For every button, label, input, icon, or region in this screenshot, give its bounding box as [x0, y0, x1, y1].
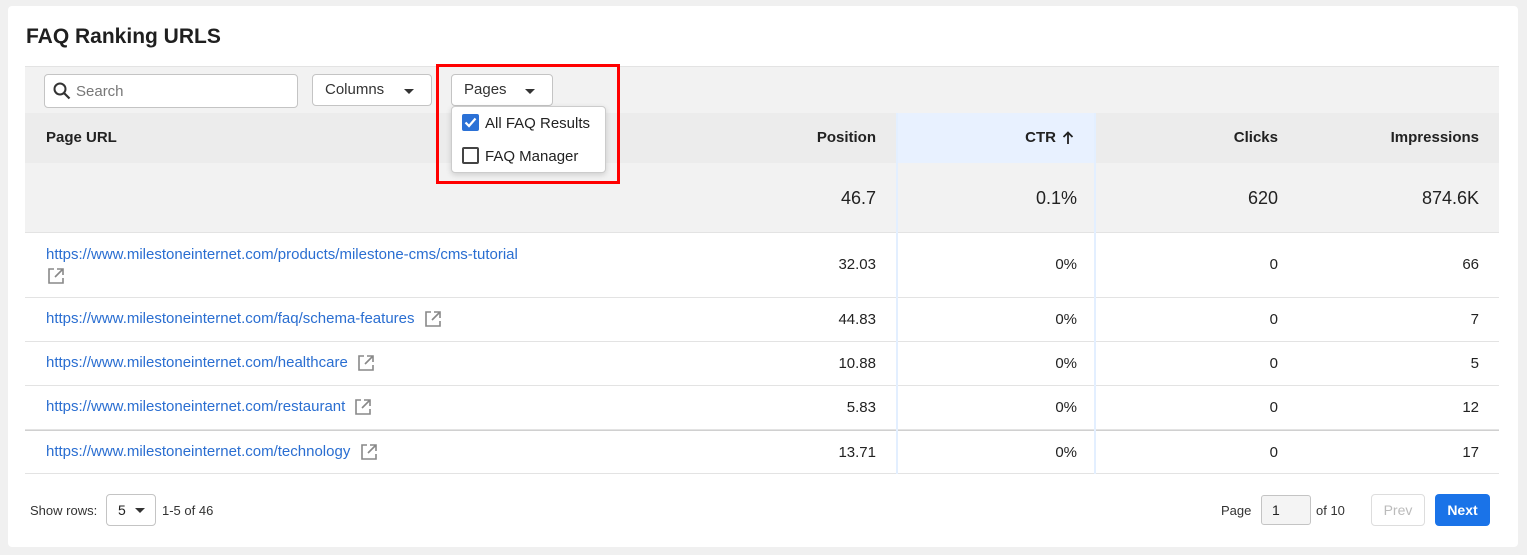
- impressions-cell: 66: [1462, 256, 1479, 273]
- page-title: FAQ Ranking URLS: [26, 25, 221, 48]
- position-cell: 32.03: [838, 256, 876, 273]
- next-button[interactable]: Next: [1435, 494, 1490, 526]
- clicks-cell: 0: [1269, 444, 1278, 461]
- impressions-cell: 5: [1470, 355, 1479, 372]
- clicks-cell: 0: [1269, 311, 1278, 328]
- header-page-url[interactable]: Page URL: [46, 113, 117, 163]
- show-rows-label: Show rows:: [30, 503, 98, 518]
- position-cell: 13.71: [838, 444, 876, 461]
- header-clicks[interactable]: Clicks: [1096, 113, 1278, 163]
- totals-row: 46.7 0.1% 620 874.6K: [25, 163, 1499, 233]
- option-label: FAQ Manager: [485, 148, 579, 165]
- option-all-faq-results[interactable]: All FAQ Results: [462, 114, 590, 134]
- total-clicks: 620: [1247, 188, 1278, 208]
- url-cell: https://www.milestoneinternet.com/produc…: [46, 244, 606, 286]
- header-ctr[interactable]: CTR: [896, 113, 1096, 163]
- columns-dropdown[interactable]: Columns: [312, 74, 432, 106]
- table-footer: Show rows: 5 1-5 of 46 Page 1 of 10 Prev…: [8, 486, 1518, 536]
- impressions-cell: 7: [1470, 311, 1479, 328]
- impressions-cell: 17: [1462, 444, 1479, 461]
- external-link-icon[interactable]: [46, 266, 66, 286]
- table-toolbar: Columns Pages: [25, 66, 1499, 120]
- table-row: https://www.milestoneinternet.com/techno…: [25, 430, 1499, 474]
- header-position[interactable]: Position: [685, 113, 876, 163]
- total-impressions: 874.6K: [1421, 188, 1479, 208]
- prev-button[interactable]: Prev: [1371, 494, 1425, 526]
- clicks-cell: 0: [1269, 399, 1278, 416]
- position-cell: 10.88: [838, 355, 876, 372]
- faq-ranking-card: FAQ Ranking URLS Columns Pages Page URL …: [8, 6, 1518, 547]
- columns-label: Columns: [325, 81, 385, 98]
- page-url-link[interactable]: https://www.milestoneinternet.com/health…: [46, 354, 348, 371]
- total-ctr: 0.1%: [1035, 188, 1077, 208]
- url-cell: https://www.milestoneinternet.com/faq/sc…: [46, 309, 443, 329]
- impressions-cell: 12: [1462, 399, 1479, 416]
- search-input[interactable]: [76, 79, 286, 103]
- table-row: https://www.milestoneinternet.com/restau…: [25, 386, 1499, 430]
- clicks-cell: 0: [1269, 256, 1278, 273]
- page-url-link[interactable]: https://www.milestoneinternet.com/produc…: [46, 246, 518, 263]
- header-impressions[interactable]: Impressions: [1278, 113, 1479, 163]
- ctr-cell: 0%: [1055, 399, 1077, 416]
- option-faq-manager[interactable]: FAQ Manager: [462, 147, 578, 167]
- page-count: of 10: [1316, 503, 1345, 518]
- pages-dropdown-menu: All FAQ Results FAQ Manager: [451, 106, 606, 173]
- rows-per-page-value: 5: [118, 502, 126, 518]
- url-cell: https://www.milestoneinternet.com/health…: [46, 353, 376, 373]
- table-row: https://www.milestoneinternet.com/health…: [25, 342, 1499, 386]
- arrow-up-icon: [1062, 131, 1074, 144]
- url-cell: https://www.milestoneinternet.com/restau…: [46, 397, 373, 417]
- pages-dropdown[interactable]: Pages: [451, 74, 553, 106]
- ctr-cell: 0%: [1055, 311, 1077, 328]
- ctr-cell: 0%: [1055, 444, 1077, 461]
- rows-per-page-select[interactable]: 5: [106, 494, 156, 526]
- header-ctr-label: CTR: [1025, 129, 1056, 146]
- caret-down-icon: [404, 89, 414, 94]
- external-link-icon[interactable]: [356, 353, 376, 373]
- clicks-cell: 0: [1269, 355, 1278, 372]
- table-header: Page URL Position CTR Clicks Impressions: [25, 113, 1499, 163]
- page-number-input[interactable]: 1: [1261, 495, 1311, 525]
- external-link-icon[interactable]: [423, 309, 443, 329]
- ctr-cell: 0%: [1055, 256, 1077, 273]
- table-row: https://www.milestoneinternet.com/produc…: [25, 233, 1499, 298]
- page-label: Page: [1221, 503, 1252, 518]
- table-row: https://www.milestoneinternet.com/faq/sc…: [25, 298, 1499, 342]
- pages-label: Pages: [464, 81, 507, 98]
- page-url-link[interactable]: https://www.milestoneinternet.com/restau…: [46, 398, 345, 415]
- checkbox-unchecked-icon[interactable]: [462, 147, 479, 164]
- ctr-cell: 0%: [1055, 355, 1077, 372]
- page-url-link[interactable]: https://www.milestoneinternet.com/techno…: [46, 443, 350, 460]
- position-cell: 44.83: [838, 311, 876, 328]
- page-url-link[interactable]: https://www.milestoneinternet.com/faq/sc…: [46, 310, 415, 327]
- external-link-icon[interactable]: [359, 442, 379, 462]
- checkbox-checked-icon[interactable]: [462, 114, 479, 131]
- search-box[interactable]: [44, 74, 298, 108]
- row-range: 1-5 of 46: [162, 503, 214, 518]
- total-position: 46.7: [840, 188, 876, 208]
- position-cell: 5.83: [846, 399, 876, 416]
- url-cell: https://www.milestoneinternet.com/techno…: [46, 442, 379, 462]
- caret-down-icon: [525, 89, 535, 94]
- search-icon: [53, 82, 71, 100]
- external-link-icon[interactable]: [353, 397, 373, 417]
- caret-down-icon: [135, 508, 145, 513]
- option-label: All FAQ Results: [485, 115, 591, 132]
